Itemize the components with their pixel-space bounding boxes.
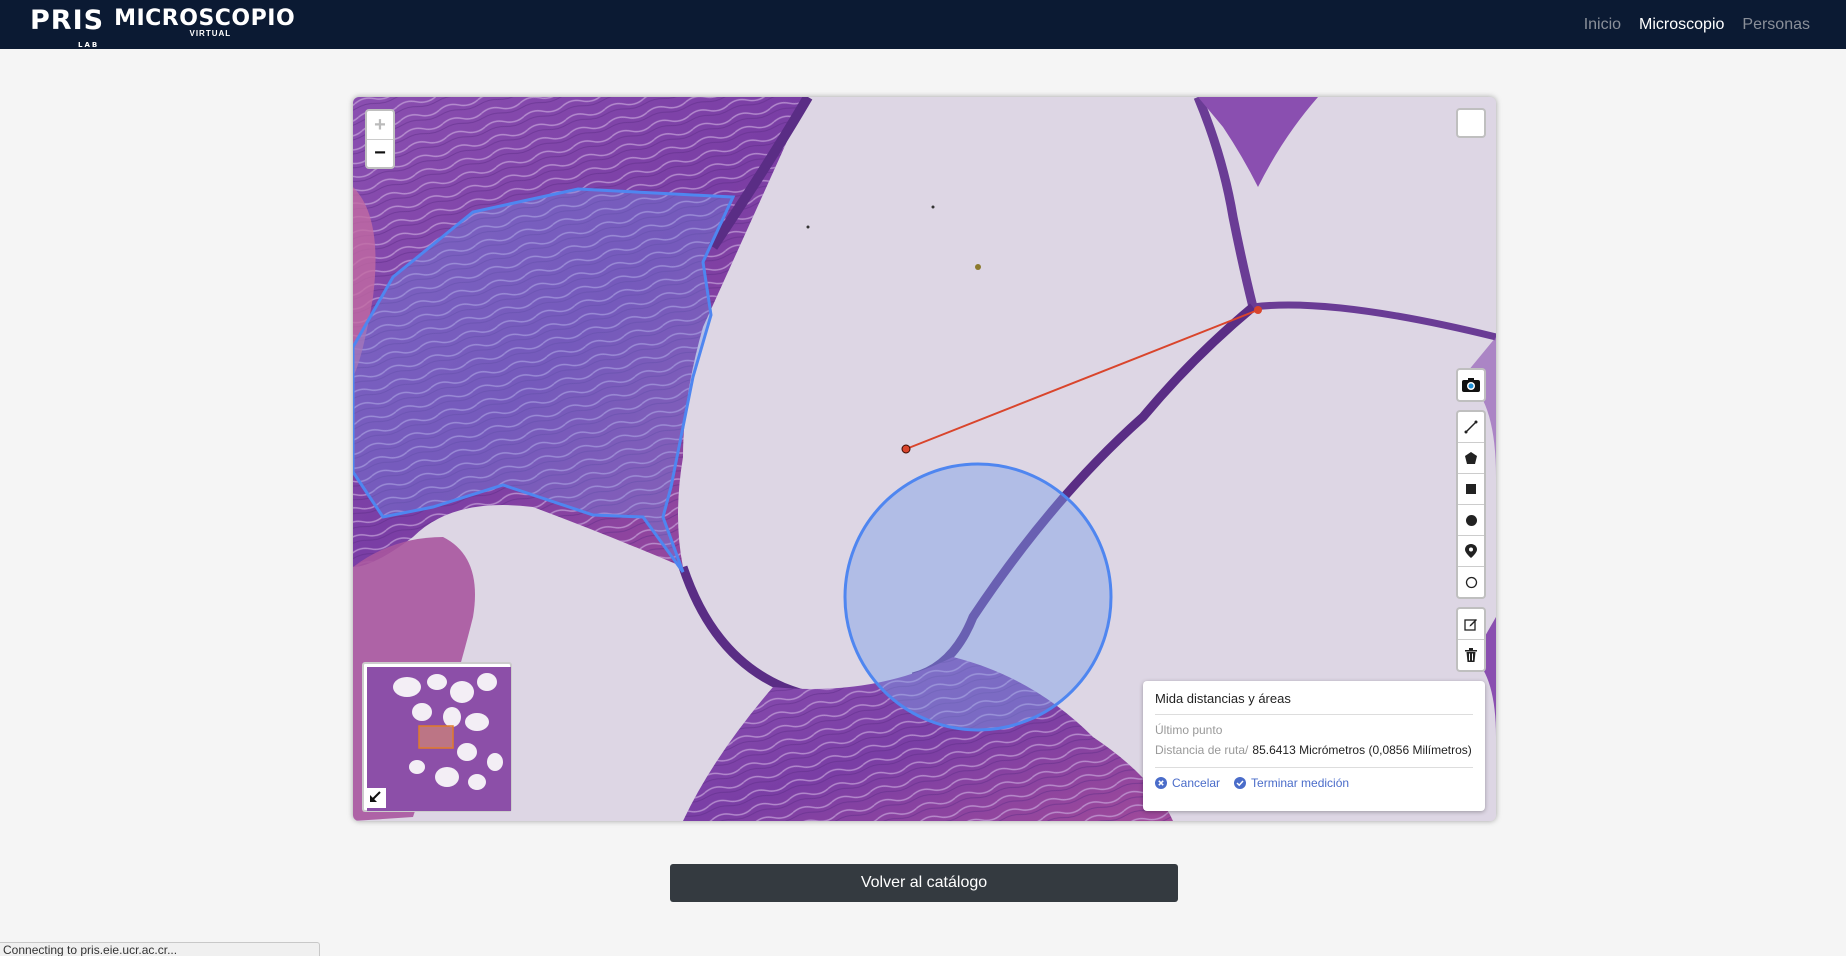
minimap-viewport — [418, 725, 454, 749]
minimap-collapse-icon[interactable] — [366, 788, 386, 808]
circle-icon[interactable] — [1458, 504, 1484, 535]
nav-link-personas[interactable]: Personas — [1742, 16, 1810, 34]
measure-last-point: Último punto — [1155, 723, 1223, 737]
brand-subtitle: VIRTUAL — [189, 29, 232, 38]
measure-distance-label: Distancia de ruta/ — [1155, 743, 1249, 757]
minimap[interactable] — [362, 662, 512, 812]
minimap-image — [367, 667, 511, 811]
zoom-control: + − — [365, 109, 395, 169]
measure-title: Mida distancias y áreas — [1155, 691, 1473, 715]
camera-icon[interactable] — [1458, 370, 1484, 400]
cancel-icon — [1155, 777, 1167, 789]
measure-divider — [1155, 767, 1473, 768]
finish-measure-label: Terminar medición — [1251, 776, 1350, 790]
measure-actions: Cancelar Terminar medición — [1155, 776, 1473, 790]
edit-toolbar — [1456, 607, 1486, 672]
trash-icon[interactable] — [1458, 639, 1484, 670]
marker-icon[interactable] — [1458, 535, 1484, 566]
back-to-catalog-button[interactable]: Volver al catálogo — [670, 864, 1178, 902]
brand-title: MICROSCOPIO — [114, 6, 296, 31]
rectangle-icon[interactable] — [1458, 473, 1484, 504]
fullscreen-button[interactable] — [1456, 108, 1486, 138]
measure-point-end — [1254, 306, 1262, 314]
brand-pris: PRIS LAB — [30, 7, 104, 50]
polygon-icon[interactable] — [1458, 442, 1484, 473]
cancel-measure-button[interactable]: Cancelar — [1155, 776, 1220, 790]
measure-distance-value: 85.6413 Micrómetros (0,0856 Milímetros) — [1252, 743, 1472, 757]
brand-logo[interactable]: PRIS LAB MICROSCOPIO VIRTUAL — [30, 6, 296, 50]
nav-link-inicio[interactable]: Inicio — [1584, 16, 1621, 34]
measure-point-start — [901, 444, 911, 454]
measure-distance-row: Distancia de ruta/85.6413 Micrómetros (0… — [1155, 743, 1473, 757]
brand-lab: LAB — [78, 41, 100, 49]
draw-toolbar — [1456, 410, 1486, 599]
circle-marker-icon[interactable] — [1458, 566, 1484, 597]
screenshot-control — [1456, 368, 1486, 402]
cancel-measure-label: Cancelar — [1172, 776, 1221, 790]
nav-link-microscopio[interactable]: Microscopio — [1639, 16, 1724, 34]
edit-icon[interactable] — [1458, 609, 1484, 639]
check-icon — [1234, 777, 1247, 789]
navbar: PRIS LAB MICROSCOPIO VIRTUAL Inicio Micr… — [0, 0, 1846, 49]
polyline-icon[interactable] — [1458, 412, 1484, 442]
zoom-in-button[interactable]: + — [367, 111, 393, 139]
measure-panel: Mida distancias y áreas Último punto Dis… — [1143, 681, 1485, 811]
browser-status-bar: Connecting to pris.eie.ucr.ac.cr... — [0, 942, 320, 956]
finish-measure-button[interactable]: Terminar medición — [1234, 776, 1349, 790]
brand-text: MICROSCOPIO VIRTUAL — [114, 6, 296, 39]
microscope-viewer[interactable]: + − Mida distancias y áreas Último punto… — [353, 97, 1496, 821]
nav-links: Inicio Microscopio Personas — [1584, 0, 1810, 49]
zoom-out-button[interactable]: − — [367, 138, 393, 168]
circle-annotation — [843, 462, 1113, 732]
